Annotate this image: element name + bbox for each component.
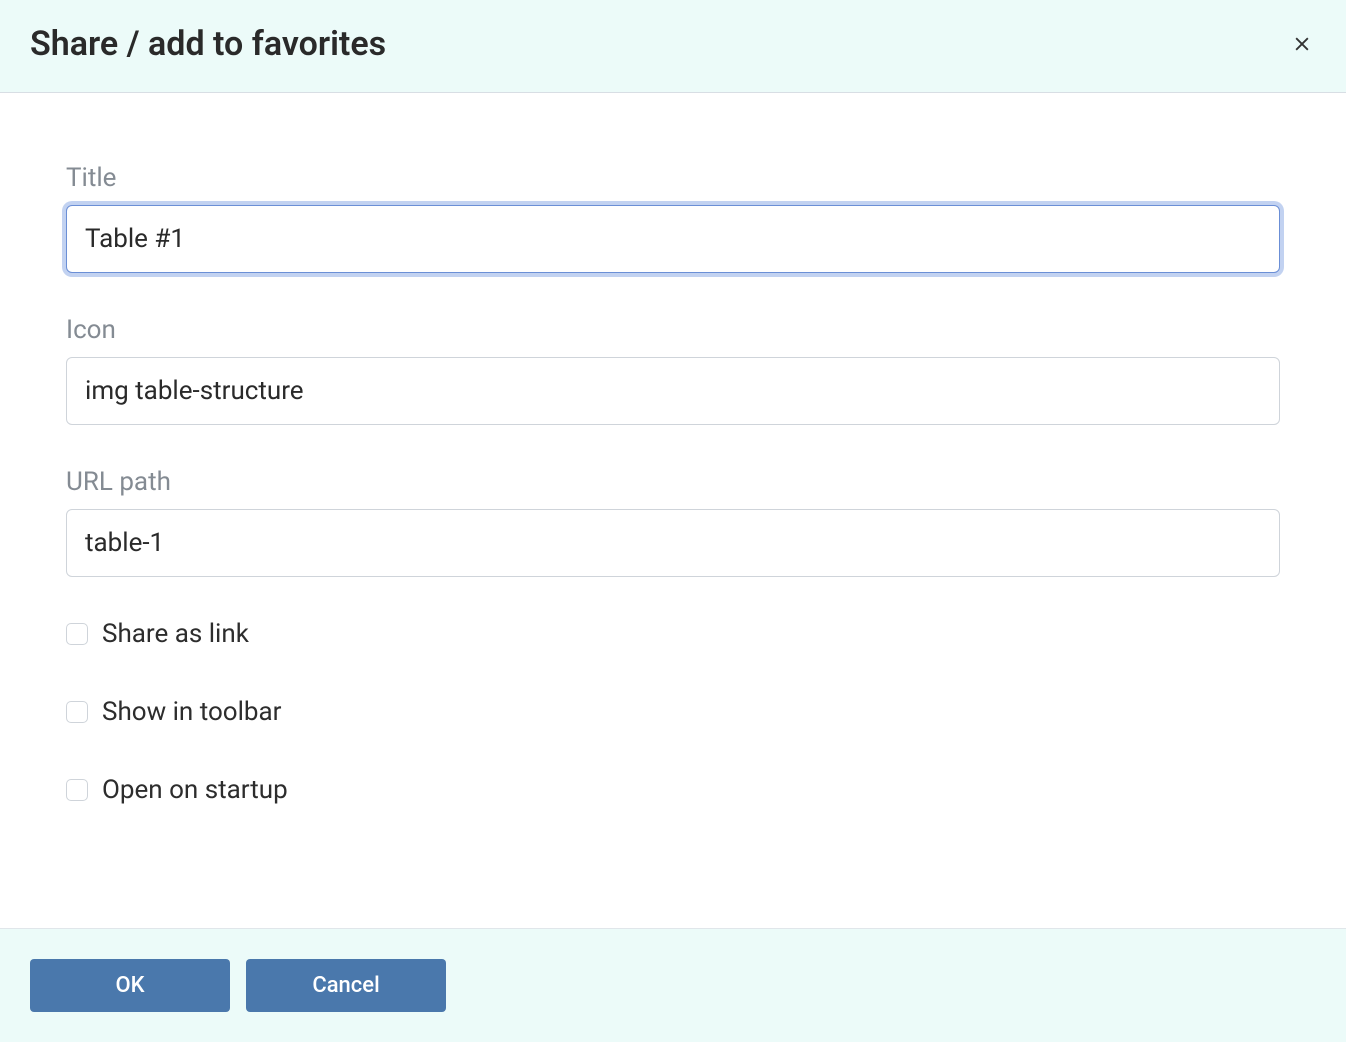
url-path-input[interactable] bbox=[66, 509, 1280, 577]
checkbox-group: Share as link Show in toolbar Open on st… bbox=[66, 619, 1280, 805]
cancel-button[interactable]: Cancel bbox=[246, 959, 446, 1012]
close-button[interactable] bbox=[1288, 30, 1316, 58]
icon-input[interactable] bbox=[66, 357, 1280, 425]
checkbox-box-icon bbox=[66, 623, 88, 645]
share-as-link-label: Share as link bbox=[102, 619, 249, 649]
dialog-header: Share / add to favorites bbox=[0, 0, 1346, 93]
form-group-title: Title bbox=[66, 163, 1280, 273]
dialog-title: Share / add to favorites bbox=[30, 24, 386, 64]
show-in-toolbar-checkbox[interactable]: Show in toolbar bbox=[66, 697, 1280, 727]
url-path-label: URL path bbox=[66, 467, 1280, 497]
open-on-startup-checkbox[interactable]: Open on startup bbox=[66, 775, 1280, 805]
checkbox-box-icon bbox=[66, 779, 88, 801]
ok-button[interactable]: OK bbox=[30, 959, 230, 1012]
close-icon bbox=[1292, 34, 1312, 54]
title-label: Title bbox=[66, 163, 1280, 193]
dialog-body: Title Icon URL path Share as link Show i… bbox=[0, 93, 1346, 928]
dialog-footer: OK Cancel bbox=[0, 928, 1346, 1042]
form-group-icon: Icon bbox=[66, 315, 1280, 425]
share-as-link-checkbox[interactable]: Share as link bbox=[66, 619, 1280, 649]
show-in-toolbar-label: Show in toolbar bbox=[102, 697, 282, 727]
icon-label: Icon bbox=[66, 315, 1280, 345]
open-on-startup-label: Open on startup bbox=[102, 775, 288, 805]
checkbox-box-icon bbox=[66, 701, 88, 723]
form-group-url-path: URL path bbox=[66, 467, 1280, 577]
title-input[interactable] bbox=[66, 205, 1280, 273]
